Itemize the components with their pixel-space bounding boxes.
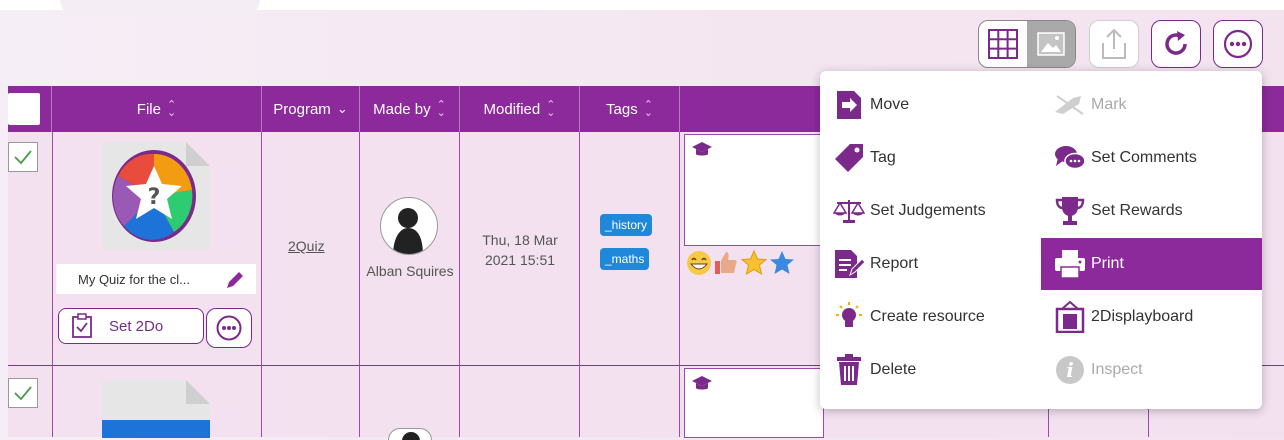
menu-item-create-resource[interactable]: Create resource bbox=[820, 291, 1040, 343]
comments-icon bbox=[1055, 146, 1086, 170]
menu-item-inspect: i Inspect bbox=[1041, 344, 1261, 396]
menu-item-set-rewards[interactable]: Set Rewards bbox=[1041, 185, 1261, 237]
star-icon bbox=[740, 250, 768, 276]
mark-icon bbox=[1055, 95, 1084, 115]
menu-item-set-comments[interactable]: Set Comments bbox=[1041, 132, 1261, 184]
menu-item-print[interactable]: Print bbox=[1041, 238, 1262, 290]
row-checkbox[interactable] bbox=[8, 378, 38, 408]
menu-item-delete[interactable]: Delete bbox=[820, 344, 1040, 396]
move-icon bbox=[837, 91, 861, 119]
header-program[interactable]: Program ⌄ bbox=[262, 86, 360, 132]
displayboard-icon bbox=[1055, 301, 1085, 333]
view-toggle[interactable] bbox=[978, 20, 1076, 68]
upload-icon bbox=[1102, 28, 1126, 59]
lightbulb-icon bbox=[836, 302, 862, 327]
row-checkbox[interactable] bbox=[8, 142, 38, 172]
program-link[interactable]: 2Quiz bbox=[288, 238, 325, 254]
print-icon bbox=[1055, 250, 1085, 279]
feedback-box[interactable] bbox=[684, 134, 824, 246]
image-icon bbox=[1037, 32, 1065, 56]
header-modified[interactable]: Modified ⌃ ⌄ bbox=[460, 86, 580, 132]
grid-icon bbox=[988, 29, 1018, 59]
check-icon bbox=[14, 150, 32, 165]
doc-file-icon[interactable] bbox=[100, 378, 212, 438]
actions-menu: Move Mark Tag Set Comments Set Judgement… bbox=[820, 71, 1262, 409]
report-icon bbox=[835, 250, 865, 278]
avatar bbox=[380, 197, 438, 255]
made-by-text: Alban Squires bbox=[366, 263, 454, 279]
user-avatar-icon bbox=[393, 208, 423, 254]
grid-view-button[interactable] bbox=[979, 21, 1027, 67]
upload-button[interactable] bbox=[1089, 20, 1139, 68]
sort-icon: ⌃ ⌄ bbox=[546, 99, 556, 119]
check-icon bbox=[14, 386, 32, 401]
sort-icon: ⌃ ⌄ bbox=[166, 99, 177, 119]
edit-pencil-icon[interactable] bbox=[224, 269, 246, 291]
menu-item-2displayboard[interactable]: 2Displayboard bbox=[1041, 291, 1261, 343]
menu-item-move[interactable]: Move bbox=[820, 79, 1040, 131]
scales-icon bbox=[833, 200, 865, 223]
menu-item-report[interactable]: Report bbox=[820, 238, 1040, 290]
row-more-options-button[interactable] bbox=[206, 308, 252, 348]
laughing-emoji-icon bbox=[687, 251, 711, 275]
sort-icon: ⌃ ⌄ bbox=[436, 99, 446, 119]
header-tags[interactable]: Tags ⌃ ⌄ bbox=[580, 86, 680, 132]
file-name-field[interactable]: My Quiz for the cl... bbox=[56, 264, 256, 294]
more-icon bbox=[216, 315, 242, 341]
header-select bbox=[8, 86, 52, 132]
graduation-cap-icon bbox=[692, 376, 712, 390]
clipboard-check-icon bbox=[72, 313, 92, 338]
svg-text:i: i bbox=[1066, 358, 1074, 382]
rewards-strip bbox=[684, 250, 824, 278]
quiz-file-icon[interactable]: ? bbox=[100, 140, 212, 252]
menu-item-tag[interactable]: Tag bbox=[820, 132, 1040, 184]
feedback-box[interactable] bbox=[684, 368, 824, 438]
blue-star-icon bbox=[770, 251, 794, 274]
tag-badge[interactable]: _maths bbox=[600, 248, 650, 270]
top-strip bbox=[0, 0, 1284, 16]
refresh-button[interactable] bbox=[1151, 20, 1201, 68]
info-icon: i bbox=[1056, 356, 1084, 384]
image-view-button[interactable] bbox=[1027, 21, 1075, 67]
tag-badge[interactable]: _history bbox=[600, 214, 653, 236]
set-2do-button[interactable]: Set 2Do bbox=[58, 308, 204, 344]
more-options-button[interactable] bbox=[1213, 20, 1263, 68]
avatar bbox=[388, 428, 432, 440]
sort-icon: ⌃ ⌄ bbox=[643, 99, 653, 119]
trash-icon bbox=[837, 354, 861, 385]
menu-item-mark: Mark bbox=[1041, 79, 1261, 131]
svg-text:?: ? bbox=[148, 185, 161, 210]
trophy-icon bbox=[1055, 197, 1085, 225]
tag-icon bbox=[835, 144, 863, 172]
menu-item-set-judgements[interactable]: Set Judgements bbox=[820, 185, 1040, 237]
more-icon bbox=[1223, 29, 1253, 59]
refresh-icon bbox=[1165, 31, 1187, 55]
chevron-down-icon: ⌄ bbox=[336, 101, 348, 116]
header-file[interactable]: File ⌃ ⌄ bbox=[52, 86, 262, 132]
thumbs-up-icon bbox=[715, 252, 737, 274]
graduation-cap-icon bbox=[692, 142, 712, 156]
header-made-by[interactable]: Made by ⌃ ⌄ bbox=[360, 86, 460, 132]
modified-date: Thu, 18 Mar 2021 15:51 bbox=[482, 232, 558, 268]
select-all-checkbox[interactable] bbox=[8, 93, 40, 125]
